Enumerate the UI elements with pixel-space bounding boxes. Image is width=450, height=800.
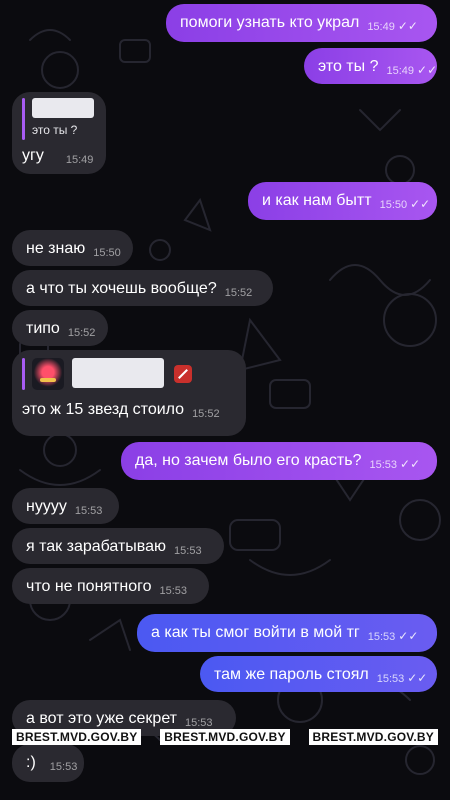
reply-accent-bar <box>22 98 25 140</box>
reply-accent-bar <box>22 358 25 390</box>
message-text: я так зарабатываю <box>26 538 167 555</box>
message-bubble-incoming[interactable]: а что ты хочешь вообще? 15:52 <box>12 270 273 306</box>
dota-icon <box>174 365 192 383</box>
redacted-sender-name <box>32 98 94 118</box>
message-bubble-incoming[interactable]: типо 15:52 <box>12 310 108 346</box>
message-bubble-outgoing[interactable]: там же пароль стоял 15:53 ✓✓ <box>200 656 437 692</box>
message-time: 15:52 <box>224 287 253 299</box>
message-text: типо <box>26 320 60 337</box>
message-text: что не понятного <box>26 578 152 595</box>
message-text: а что ты хочешь вообще? <box>26 280 217 297</box>
watermark-strip: BREST.MVD.GOV.BY BREST.MVD.GOV.BY BREST.… <box>0 727 450 747</box>
message-text: и как нам бытт <box>262 192 372 209</box>
message-time: 15:50 <box>93 247 121 259</box>
message-text: а как ты смог войти в мой тг <box>151 624 360 641</box>
message-bubble-outgoing[interactable]: а как ты смог войти в мой тг 15:53 ✓✓ <box>137 614 437 652</box>
message-time: 15:52 <box>67 327 96 339</box>
reply-preview[interactable]: это ты ? <box>22 98 96 140</box>
message-bubble-outgoing[interactable]: да, но зачем было его красть? 15:53 ✓✓ <box>121 442 437 480</box>
message-bubble-outgoing[interactable]: это ты ? 15:49 ✓✓ <box>304 48 437 84</box>
message-text: да, но зачем было его красть? <box>135 452 362 469</box>
message-text: не знаю <box>26 240 86 257</box>
double-check-icon: ✓✓ <box>407 671 428 685</box>
watermark-left: BREST.MVD.GOV.BY <box>12 729 142 745</box>
double-check-icon: ✓✓ <box>410 197 431 211</box>
message-text: там же пароль стоял <box>214 666 369 683</box>
double-check-icon: ✓✓ <box>397 19 418 33</box>
message-bubble-incoming-reply[interactable]: это ты ? угу 15:49 <box>12 92 106 174</box>
message-bubble-incoming[interactable]: нуууу 15:53 <box>12 488 119 524</box>
sticker-thumbnail <box>32 358 64 390</box>
message-bubble-incoming[interactable]: я так зарабатываю 15:53 <box>12 528 224 564</box>
message-time: 15:53 <box>367 631 396 643</box>
message-bubble-outgoing[interactable]: и как нам бытт 15:50 ✓✓ <box>248 182 437 220</box>
message-time: 15:53 <box>49 761 78 773</box>
message-bubble-incoming[interactable]: что не понятного 15:53 <box>12 568 209 604</box>
message-time: 15:53 <box>174 545 202 557</box>
reply-preview[interactable] <box>22 358 234 390</box>
watermark-center: BREST.MVD.GOV.BY <box>160 729 290 745</box>
message-bubble-incoming[interactable]: не знаю 15:50 <box>12 230 133 266</box>
watermark-right: BREST.MVD.GOV.BY <box>308 729 438 745</box>
double-check-icon: ✓✓ <box>417 63 438 77</box>
message-time: 15:53 <box>376 673 405 685</box>
message-text: это ты ? <box>318 58 379 75</box>
message-time: 15:53 <box>369 459 398 471</box>
message-time: 15:50 <box>379 199 408 211</box>
message-time: 15:49 <box>386 65 415 77</box>
double-check-icon: ✓✓ <box>400 457 421 471</box>
message-bubble-incoming-reply[interactable]: это ж 15 звезд стоило 15:52 <box>12 350 246 436</box>
message-time: 15:49 <box>65 154 94 166</box>
message-text: угу <box>22 147 44 164</box>
message-time: 15:52 <box>192 408 220 420</box>
chat-messages: помоги узнать кто украл 15:49 ✓✓ это ты ? 1… <box>0 0 450 800</box>
message-bubble-outgoing[interactable]: помоги узнать кто украл 15:49 ✓✓ <box>166 4 437 42</box>
double-check-icon: ✓✓ <box>398 629 419 643</box>
message-text: а вот это уже секрет <box>26 710 178 727</box>
message-text: помоги узнать кто украл <box>180 14 360 31</box>
redacted-reply-content <box>72 358 164 388</box>
message-time: 15:53 <box>74 505 103 517</box>
message-text: :) <box>26 754 36 771</box>
message-bubble-incoming[interactable]: :) 15:53 <box>12 744 84 782</box>
message-text: нуууу <box>26 498 67 515</box>
message-time: 15:53 <box>159 585 188 597</box>
reply-quote-text: это ты ? <box>32 123 78 137</box>
message-time: 15:49 <box>367 21 395 33</box>
message-text: это ж 15 звезд стоило <box>22 401 185 418</box>
